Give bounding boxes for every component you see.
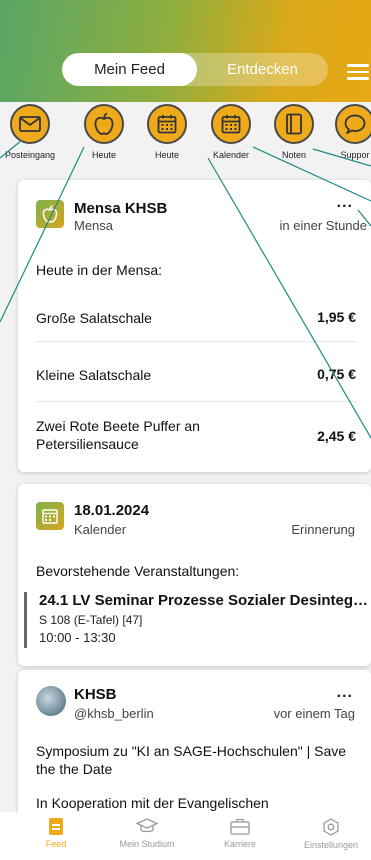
apple-icon	[84, 104, 124, 144]
quick-action-label: Suppor	[340, 150, 370, 160]
nav-karriere[interactable]: Karriere	[195, 818, 285, 849]
events-intro: Bevorstehende Veranstaltungen:	[36, 563, 240, 579]
hamburger-menu-icon[interactable]	[347, 64, 369, 80]
quick-action-posteingang[interactable]: Posteingang	[0, 102, 65, 160]
card-handle: @khsb_berlin	[74, 706, 154, 721]
nav-label: Mein Studium	[119, 839, 175, 849]
notebook-icon	[274, 104, 314, 144]
meal-item: Zwei Rote Beete Puffer an Petersiliensau…	[36, 402, 356, 468]
nav-label: Feed	[45, 839, 67, 849]
quick-action-label: Kalender	[212, 150, 250, 160]
quick-action-label: Heute	[91, 150, 117, 160]
avatar[interactable]	[36, 686, 66, 716]
card-time: in einer Stunde	[279, 218, 367, 233]
card-time: Erinnerung	[291, 522, 355, 537]
card-header: KHSB @khsb_berlin ... vor einem Tag	[18, 670, 371, 724]
app-header: Mein Feed Entdecken	[0, 0, 371, 102]
khsb-post-card[interactable]: KHSB @khsb_berlin ... vor einem Tag Symp…	[18, 670, 371, 820]
calendar-icon	[211, 104, 251, 144]
calendar-icon	[36, 502, 64, 530]
nav-label: Einstellungen	[303, 840, 359, 850]
quick-action-heute-kalender[interactable]: Heute	[132, 102, 202, 160]
gear-icon	[322, 818, 340, 836]
more-options-icon[interactable]: ...	[337, 194, 353, 212]
meal-item: Kleine Salatschale 0,75 €	[36, 342, 356, 402]
meal-price: 0,75 €	[317, 366, 356, 382]
meal-price: 2,45 €	[317, 428, 356, 444]
quick-action-label: Posteingang	[4, 150, 56, 160]
post-text: In Kooperation mit der Evangelischen	[36, 795, 269, 811]
quick-action-label: Noten	[281, 150, 307, 160]
mensa-card[interactable]: Mensa KHSB Mensa ... in einer Stunde Heu…	[18, 180, 371, 472]
card-title: KHSB	[74, 686, 117, 703]
quick-action-support[interactable]: Suppor	[320, 102, 371, 160]
calendar-card[interactable]: 18.01.2024 Kalender Erinnerung Bevorsteh…	[18, 484, 371, 666]
tab-entdecken[interactable]: Entdecken	[197, 53, 328, 86]
meal-item: Große Salatschale 1,95 €	[36, 292, 356, 342]
meal-name: Petersiliensauce	[36, 436, 139, 452]
meal-price: 1,95 €	[317, 309, 356, 325]
nav-feed[interactable]: Feed	[11, 818, 101, 849]
feed-icon	[49, 818, 63, 835]
bottom-navigation: Feed Mein Studium Karriere Einstellungen	[0, 812, 371, 860]
meal-name: Große Salatschale	[36, 310, 152, 326]
event-time: 10:00 - 13:30	[39, 630, 116, 645]
post-text: Symposium zu "KI an SAGE-Hochschulen" | …	[36, 743, 347, 759]
card-time: vor einem Tag	[273, 706, 355, 721]
tab-mein-feed[interactable]: Mein Feed	[62, 53, 197, 86]
graduation-cap-icon	[135, 818, 159, 835]
event-title: 24.1 LV Seminar Prozesse Sozialer Desint…	[39, 592, 369, 609]
card-subtitle: Mensa	[74, 218, 114, 233]
briefcase-icon	[230, 818, 250, 835]
nav-label: Karriere	[223, 839, 256, 849]
card-title: Mensa KHSB	[74, 200, 168, 217]
quick-actions-bar: Posteingang Heute Heute Kalender Noten S…	[0, 102, 371, 174]
meal-name: Zwei Rote Beete Puffer an	[36, 418, 200, 434]
quick-action-noten[interactable]: Noten	[259, 102, 329, 160]
apple-icon	[36, 200, 64, 228]
quick-action-heute-mensa[interactable]: Heute	[69, 102, 139, 160]
feed-tab-switcher: Mein Feed Entdecken	[62, 53, 328, 86]
quick-action-label: Heute	[154, 150, 180, 160]
chat-bubble-icon	[335, 104, 371, 144]
card-header: 18.01.2024 Kalender Erinnerung	[18, 484, 371, 538]
envelope-icon	[10, 104, 50, 144]
event-item[interactable]: 24.1 LV Seminar Prozesse Sozialer Desint…	[24, 592, 371, 648]
more-options-icon[interactable]: ...	[337, 684, 353, 702]
card-subtitle: Kalender	[74, 522, 127, 537]
card-title: 18.01.2024	[74, 502, 150, 519]
meal-name: Kleine Salatschale	[36, 367, 152, 383]
nav-einstellungen[interactable]: Einstellungen	[286, 818, 371, 850]
mensa-intro: Heute in der Mensa:	[36, 262, 163, 278]
calendar-icon	[147, 104, 187, 144]
quick-action-kalender[interactable]: Kalender	[196, 102, 266, 160]
event-room: S 108 (E-Tafel) [47]	[39, 613, 143, 627]
card-header: Mensa KHSB Mensa ... in einer Stunde	[18, 180, 371, 234]
nav-mein-studium[interactable]: Mein Studium	[102, 818, 192, 849]
post-text: the the Date	[36, 761, 113, 777]
